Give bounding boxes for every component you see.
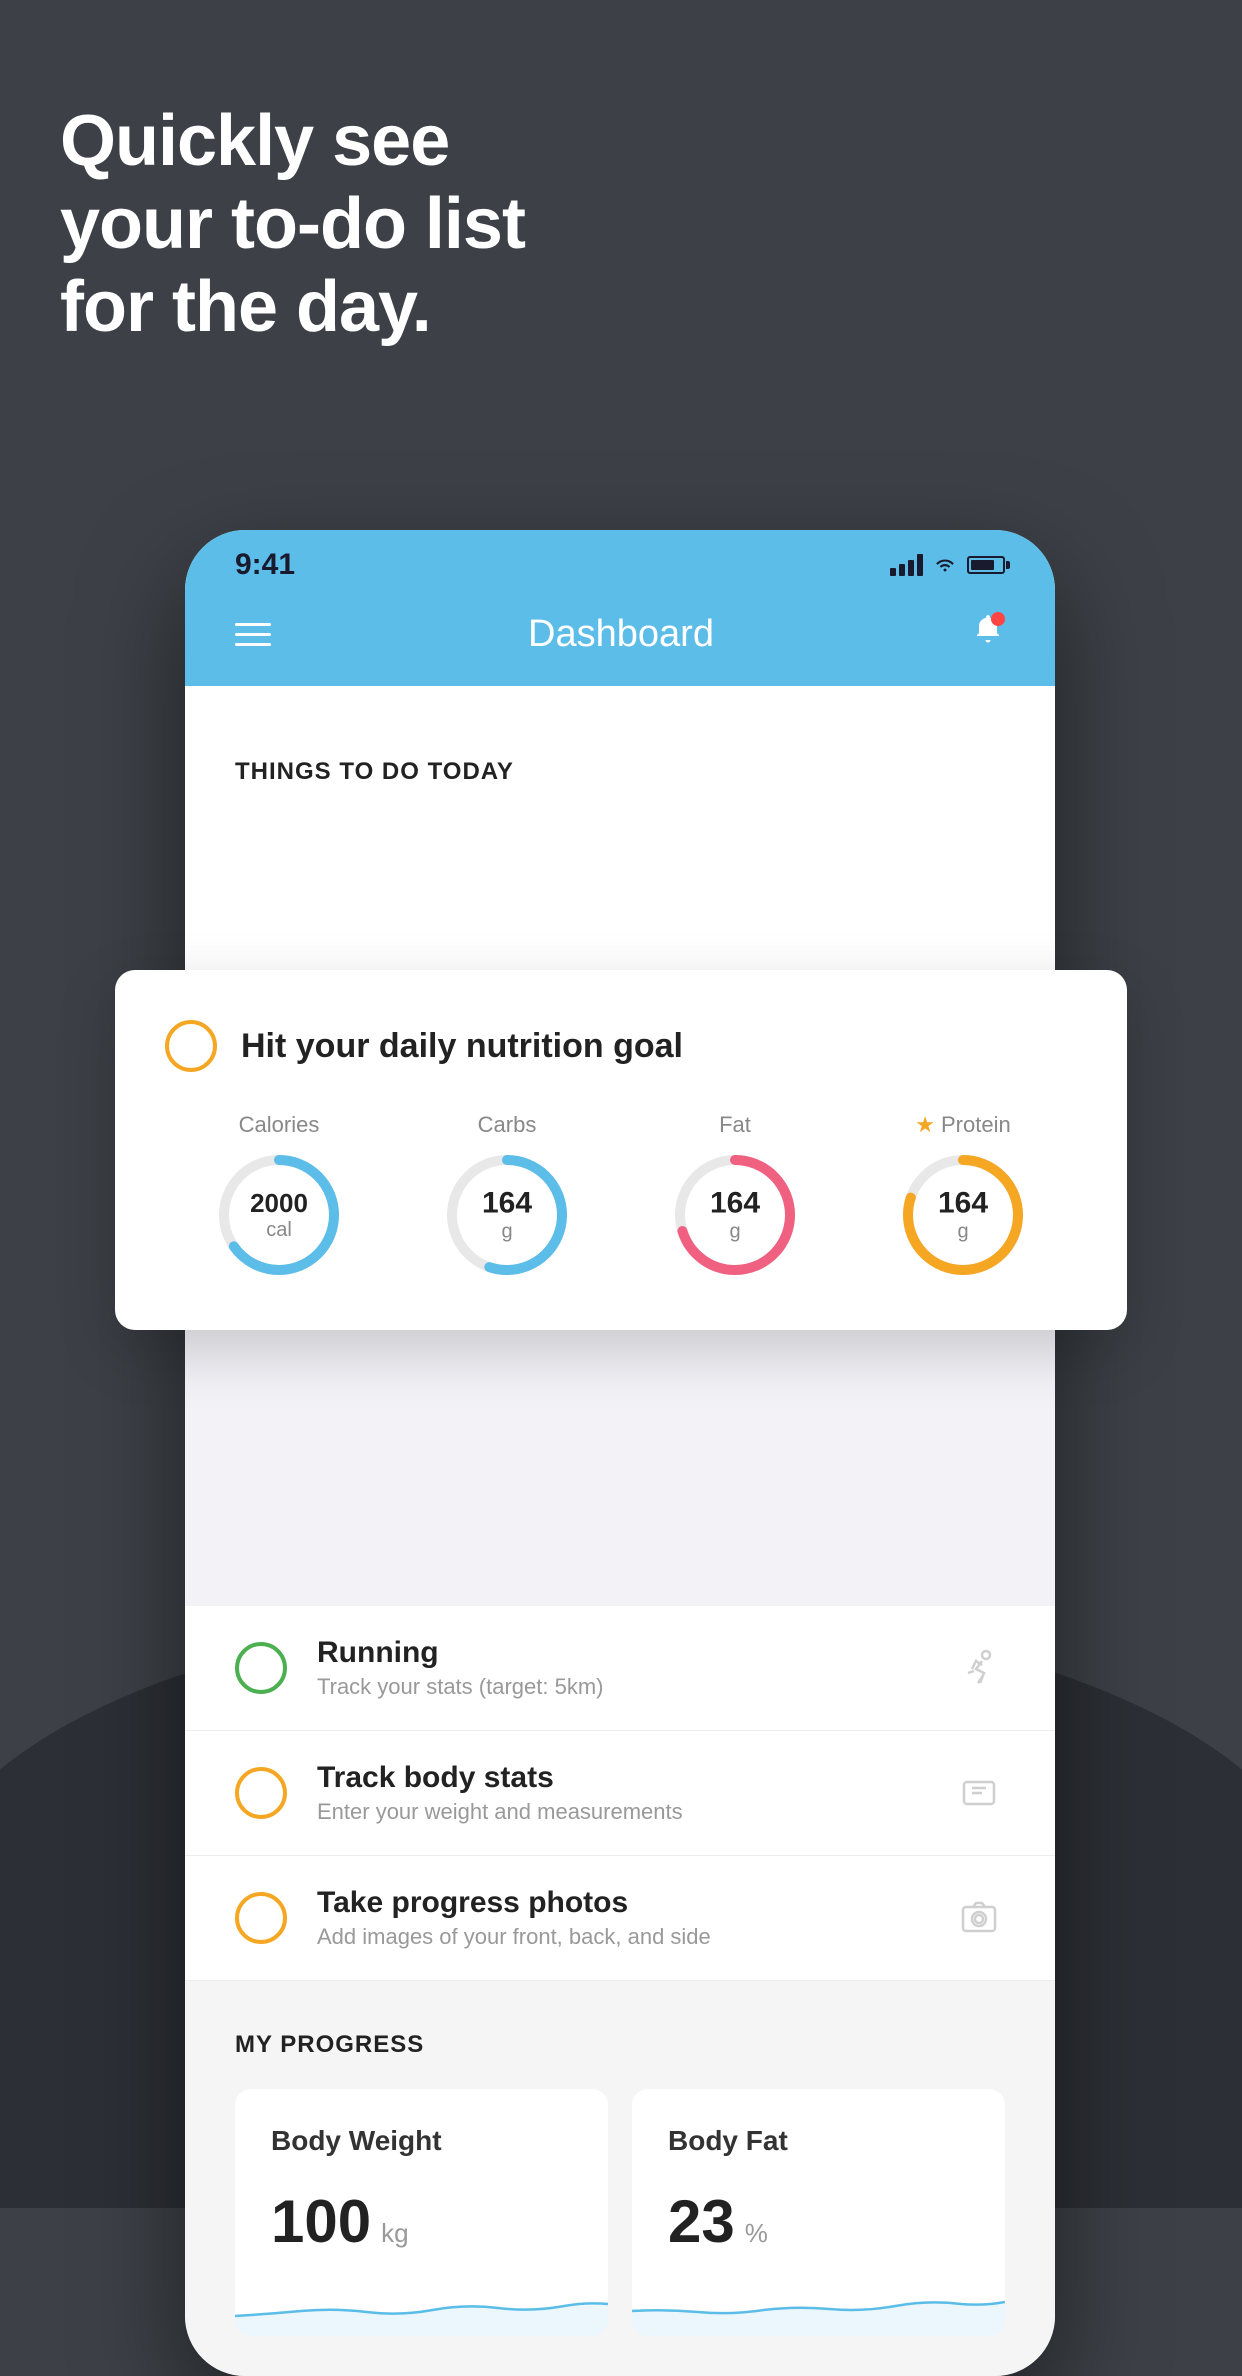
fat-unit: g	[710, 1221, 760, 1244]
headline-line2: your to-do list	[60, 184, 525, 264]
fat-ring: 164 g	[670, 1150, 800, 1280]
hamburger-menu[interactable]	[235, 623, 271, 646]
notification-dot	[991, 612, 1005, 626]
body-fat-chart	[632, 2276, 1005, 2336]
nutrition-card-header: Hit your daily nutrition goal	[165, 1020, 1077, 1072]
battery-icon	[967, 556, 1005, 574]
body-fat-unit: %	[745, 2218, 768, 2249]
todo-text-photos: Take progress photos Add images of your …	[317, 1886, 923, 1950]
nutrition-card: Hit your daily nutrition goal Calories 2…	[115, 970, 1127, 1330]
body-weight-card[interactable]: Body Weight 100 kg	[235, 2089, 608, 2336]
protein-label-container: ★ Protein	[915, 1112, 1010, 1138]
wifi-icon	[933, 552, 957, 578]
body-fat-card[interactable]: Body Fat 23 %	[632, 2089, 1005, 2336]
body-weight-number: 100	[271, 2187, 371, 2256]
app-header: Dashboard	[185, 592, 1055, 686]
body-weight-value: 100 kg	[271, 2187, 572, 2256]
carbs-value: 164	[482, 1187, 532, 1221]
headline-line1: Quickly see	[60, 101, 449, 181]
body-weight-unit: kg	[381, 2218, 408, 2249]
nutrition-protein[interactable]: ★ Protein 164 g	[898, 1112, 1028, 1280]
protein-unit: g	[938, 1221, 988, 1244]
calories-ring: 2000 cal	[214, 1150, 344, 1280]
notification-bell[interactable]	[971, 612, 1005, 656]
nutrition-circles: Calories 2000 cal Carbs	[165, 1112, 1077, 1280]
body-fat-title: Body Fat	[668, 2125, 969, 2157]
running-icon	[953, 1642, 1005, 1694]
progress-cards: Body Weight 100 kg Body Fat 23 %	[235, 2089, 1005, 2336]
headline-line3: for the day.	[60, 267, 431, 347]
carbs-unit: g	[482, 1221, 532, 1244]
protein-label: Protein	[941, 1112, 1011, 1138]
protein-star-icon: ★	[915, 1112, 935, 1138]
body-fat-number: 23	[668, 2187, 735, 2256]
carbs-ring: 164 g	[442, 1150, 572, 1280]
carbs-label: Carbs	[478, 1112, 537, 1138]
todo-text-stats: Track body stats Enter your weight and m…	[317, 1761, 923, 1825]
todo-desc-stats: Enter your weight and measurements	[317, 1799, 923, 1825]
todo-name-photos: Take progress photos	[317, 1886, 923, 1920]
todo-name-stats: Track body stats	[317, 1761, 923, 1795]
todo-circle-photos	[235, 1892, 287, 1944]
nutrition-fat[interactable]: Fat 164 g	[670, 1112, 800, 1280]
todo-text-running: Running Track your stats (target: 5km)	[317, 1636, 923, 1700]
phone-mockup: 9:41 Dashboard	[185, 530, 1055, 2376]
nutrition-card-title: Hit your daily nutrition goal	[241, 1027, 683, 1066]
nutrition-carbs[interactable]: Carbs 164 g	[442, 1112, 572, 1280]
signal-icon	[890, 554, 923, 576]
body-weight-title: Body Weight	[271, 2125, 572, 2157]
todo-item-photos[interactable]: Take progress photos Add images of your …	[185, 1856, 1055, 1981]
nutrition-check-circle	[165, 1020, 217, 1072]
fat-value: 164	[710, 1187, 760, 1221]
todo-list: Running Track your stats (target: 5km) T…	[185, 1606, 1055, 1981]
body-fat-value: 23 %	[668, 2187, 969, 2256]
todo-circle-running	[235, 1642, 287, 1694]
progress-section: MY PROGRESS Body Weight 100 kg Body Fat	[185, 1981, 1055, 2336]
things-section-header: THINGS TO DO TODAY	[185, 686, 1055, 806]
todo-circle-stats	[235, 1767, 287, 1819]
calories-value: 2000	[250, 1188, 308, 1219]
status-time: 9:41	[235, 548, 295, 582]
todo-name-running: Running	[317, 1636, 923, 1670]
scale-icon	[953, 1767, 1005, 1819]
fat-label: Fat	[719, 1112, 751, 1138]
nutrition-calories[interactable]: Calories 2000 cal	[214, 1112, 344, 1280]
progress-title: MY PROGRESS	[235, 2031, 1005, 2059]
photo-icon	[953, 1892, 1005, 1944]
todo-desc-running: Track your stats (target: 5km)	[317, 1674, 923, 1700]
protein-ring: 164 g	[898, 1150, 1028, 1280]
status-icons	[890, 552, 1005, 578]
todo-desc-photos: Add images of your front, back, and side	[317, 1924, 923, 1950]
headline: Quickly see your to-do list for the day.	[60, 100, 525, 348]
header-title: Dashboard	[528, 613, 714, 656]
todo-item-stats[interactable]: Track body stats Enter your weight and m…	[185, 1731, 1055, 1856]
todo-item-running[interactable]: Running Track your stats (target: 5km)	[185, 1606, 1055, 1731]
protein-value: 164	[938, 1187, 988, 1221]
calories-unit: cal	[250, 1219, 308, 1242]
calories-label: Calories	[239, 1112, 320, 1138]
status-bar: 9:41	[185, 530, 1055, 592]
body-weight-chart	[235, 2276, 608, 2336]
things-section-title: THINGS TO DO TODAY	[235, 722, 1005, 806]
